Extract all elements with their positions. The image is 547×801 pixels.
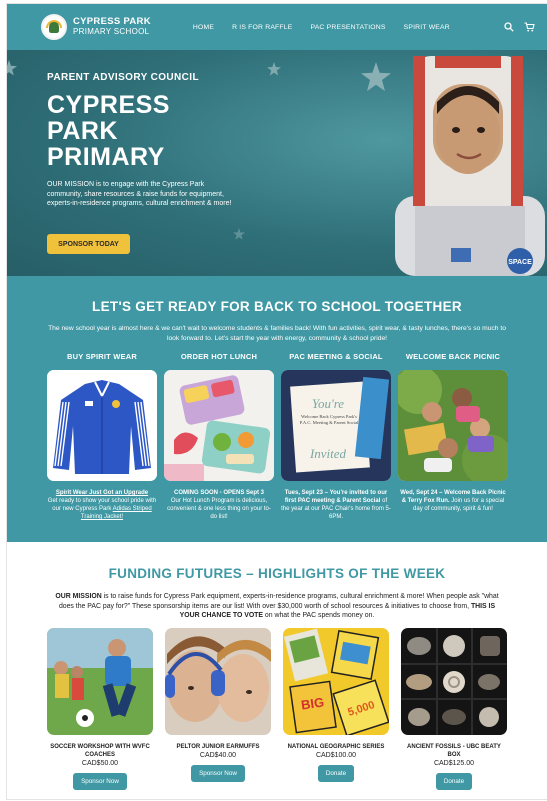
invite-card-bottom: Invited bbox=[309, 446, 347, 461]
space-badge: SPACE bbox=[508, 259, 532, 266]
bts-heading-picnic: WELCOME BACK PICNIC bbox=[405, 352, 501, 361]
jacket-image bbox=[47, 370, 157, 481]
sponsor-now-button[interactable]: Sponsor Now bbox=[73, 773, 127, 790]
lunchbox-image bbox=[164, 370, 274, 481]
book-big-label: BIG bbox=[300, 694, 325, 712]
funding-futures-section: FUNDING FUTURES – HIGHLIGHTS OF THE WEEK… bbox=[7, 542, 547, 799]
hero-eyebrow: PARENT ADVISORY COUNCIL bbox=[47, 72, 199, 83]
hero-title-line3: PRIMARY bbox=[47, 143, 165, 171]
search-icon[interactable] bbox=[504, 22, 514, 32]
invitation-image: You're Welcome Back Cypress Park's P.A.C… bbox=[281, 370, 391, 481]
bts-col-hot-lunch: ORDER HOT LUNCH COMING SOON - OPENS Sept… bbox=[164, 352, 274, 521]
sponsor-card-earmuffs-name: PELTOR JUNIOR EARMUFFS bbox=[176, 744, 260, 750]
menu-item-pac-presentations[interactable]: PAC PRESENTATIONS bbox=[310, 24, 385, 31]
hero-title: CYPRESS PARK PRIMARY bbox=[47, 92, 170, 170]
hero-banner: PARENT ADVISORY COUNCIL CYPRESS PARK PRI… bbox=[7, 50, 547, 276]
nat-geo-books-photo[interactable]: BIG 5,000 bbox=[283, 628, 389, 735]
donate-button[interactable]: Donate bbox=[436, 773, 472, 790]
sponsor-card-earmuffs-price: CAD$40.00 bbox=[199, 752, 237, 759]
bts-heading-spirit-wear: BUY SPIRIT WEAR bbox=[67, 352, 137, 361]
picnic-photo[interactable] bbox=[398, 370, 508, 481]
soccer-photo[interactable] bbox=[47, 628, 153, 735]
star-icon bbox=[7, 60, 17, 76]
astronaut-kid-photo: SPACE bbox=[395, 56, 545, 276]
page-frame: CYPRESS PARK PRIMARY SCHOOL HOME R IS FO… bbox=[7, 4, 547, 799]
bts-col-spirit-wear: BUY SPIRIT WEAR Spirit Wear Just Got an … bbox=[47, 352, 157, 521]
hero-title-line1: CYPRESS bbox=[47, 91, 170, 119]
back-to-school-section: LET'S GET READY FOR BACK TO SCHOOL TOGET… bbox=[7, 276, 547, 542]
sponsor-card-nat-geo-name: NATIONAL GEOGRAPHIC SERIES bbox=[287, 744, 385, 750]
hero-mission: OUR MISSION is to engage with the Cypres… bbox=[47, 181, 232, 207]
main-menu: HOME R IS FOR RAFFLE PAC PRESENTATIONS S… bbox=[193, 24, 450, 31]
bts-intro: The new school year is almost here & we … bbox=[48, 325, 506, 342]
top-nav: CYPRESS PARK PRIMARY SCHOOL HOME R IS FO… bbox=[7, 4, 547, 50]
brand-name[interactable]: CYPRESS PARK PRIMARY SCHOOL bbox=[73, 17, 151, 37]
sponsor-card-fossils-name: ANCIENT FOSSILS - UBC BEATY BOX bbox=[407, 744, 501, 758]
sponsor-now-button[interactable]: Sponsor Now bbox=[191, 765, 245, 782]
brand-line2: PRIMARY SCHOOL bbox=[73, 27, 150, 36]
school-logo[interactable] bbox=[41, 14, 67, 40]
nav-icons bbox=[504, 22, 535, 32]
menu-item-raffle[interactable]: R IS FOR RAFFLE bbox=[232, 24, 292, 31]
fossils-box-photo[interactable] bbox=[401, 628, 507, 735]
bts-caption-hot-lunch: COMING SOON - OPENS Sept 3 Our Hot Lunch… bbox=[167, 490, 271, 520]
earmuffs-photo[interactable] bbox=[165, 628, 271, 735]
bts-caption-picnic: Wed, Sept 24 – Welcome Back Picnic & Ter… bbox=[400, 490, 506, 512]
invite-card-lines: Welcome Back Cypress Park's P.A.C. Meeti… bbox=[299, 414, 359, 425]
spirit-wear-link[interactable]: Spirit Wear Just Got an Upgrade bbox=[56, 490, 148, 496]
menu-item-home[interactable]: HOME bbox=[193, 24, 214, 31]
bts-title: LET'S GET READY FOR BACK TO SCHOOL TOGET… bbox=[92, 299, 462, 314]
brand-line1: CYPRESS PARK bbox=[73, 16, 151, 27]
fund-title: FUNDING FUTURES – HIGHLIGHTS OF THE WEEK bbox=[108, 566, 446, 581]
hero-title-line2: PARK bbox=[47, 117, 118, 145]
bts-col-pac-meeting: PAC MEETING & SOCIAL You're Welcome Back… bbox=[281, 352, 391, 521]
star-icon bbox=[233, 228, 245, 240]
cart-icon[interactable] bbox=[524, 22, 535, 32]
spirit-wear-jacket-photo[interactable] bbox=[47, 370, 157, 481]
sponsor-card-earmuffs: PELTOR JUNIOR EARMUFFS CAD$40.00 Sponsor… bbox=[165, 628, 271, 782]
sponsor-card-soccer-price: CAD$50.00 bbox=[81, 760, 119, 767]
picnic-image bbox=[398, 370, 508, 481]
sponsor-card-soccer-name: SOCCER WORKSHOP WITH WVFC COACHES bbox=[50, 744, 150, 758]
sponsor-today-button[interactable]: SPONSOR TODAY bbox=[47, 234, 130, 254]
sponsor-card-nat-geo: BIG 5,000 NATIONAL GEOGRAPHIC SERIES CAD… bbox=[283, 628, 389, 782]
fund-intro: OUR MISSION is to raise funds for Cypres… bbox=[55, 593, 499, 619]
menu-item-spirit-wear[interactable]: SPIRIT WEAR bbox=[404, 24, 450, 31]
bts-caption-spirit-wear: Spirit Wear Just Got an Upgrade Get read… bbox=[47, 490, 157, 520]
donate-button[interactable]: Donate bbox=[318, 765, 354, 782]
logo-sun-icon bbox=[46, 20, 62, 28]
hot-lunch-photo[interactable] bbox=[164, 370, 274, 481]
pac-invitation-photo[interactable]: You're Welcome Back Cypress Park's P.A.C… bbox=[281, 370, 391, 481]
bts-heading-hot-lunch: ORDER HOT LUNCH bbox=[180, 352, 258, 361]
bts-caption-pac-meeting: Tues, Sept 23 – You're invited to our fi… bbox=[281, 490, 391, 520]
bts-heading-pac-meeting: PAC MEETING & SOCIAL bbox=[289, 352, 383, 361]
sponsor-card-soccer: SOCCER WORKSHOP WITH WVFC COACHES CAD$50… bbox=[47, 628, 153, 790]
star-icon bbox=[267, 62, 281, 76]
sponsor-card-nat-geo-price: CAD$100.00 bbox=[315, 752, 357, 759]
sponsor-card-fossils-price: CAD$125.00 bbox=[433, 760, 475, 767]
invite-card-title: You're bbox=[312, 396, 344, 411]
bts-col-picnic: WELCOME BACK PICNIC Wed, Sept 24 – Welco… bbox=[398, 352, 508, 513]
sponsor-card-fossils: ANCIENT FOSSILS - UBC BEATY BOX CAD$125.… bbox=[401, 628, 507, 790]
star-icon bbox=[361, 62, 391, 92]
